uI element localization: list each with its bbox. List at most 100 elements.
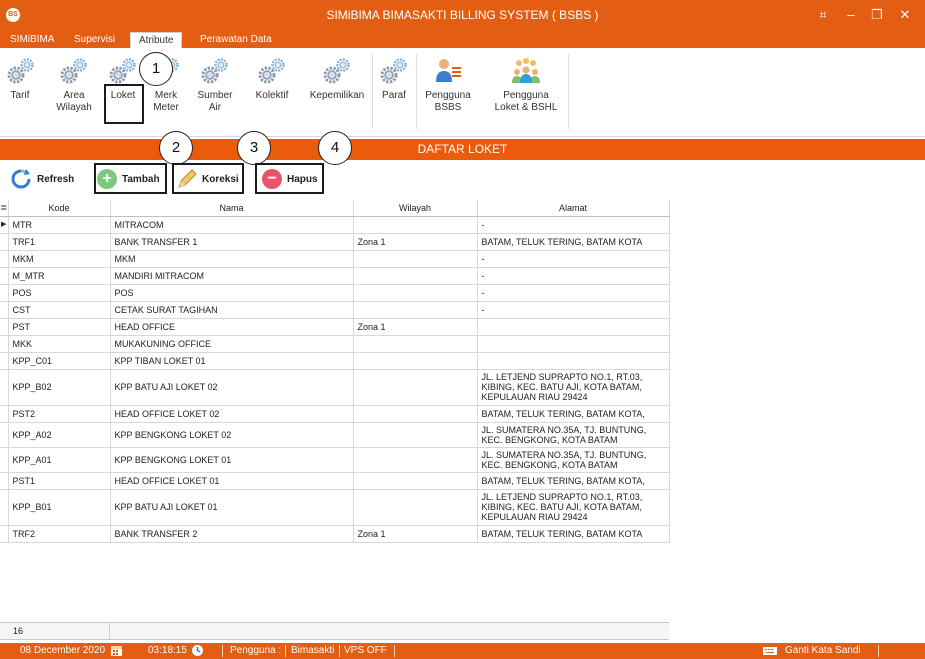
row-indicator[interactable] [0,404,9,423]
cell-wilayah[interactable]: Zona 1 [352,524,478,543]
row-indicator[interactable] [0,249,9,268]
cell-kode[interactable]: CST [7,300,111,319]
cell-alamat[interactable]: - [476,215,670,234]
ribbon-kepemilikan-button[interactable]: Kepemilikan [305,56,369,130]
cell-nama[interactable]: HEAD OFFICE LOKET 02 [109,404,354,423]
tab-simibima[interactable]: SIMiBIMA [2,32,62,48]
cell-alamat[interactable]: - [476,249,670,268]
table-row[interactable]: PST1 HEAD OFFICE LOKET 01 BATAM, TELUK TER… [0,471,670,490]
table-row[interactable]: KPP_A01 KPP BENGKONG LOKET 01 JL. SUMATERA… [0,446,670,473]
tab-perawatan-data[interactable]: Perawatan Data [192,32,280,48]
cell-nama[interactable]: BANK TRANSFER 2 [109,524,354,543]
cell-wilayah[interactable]: Zona 1 [352,317,478,336]
table-row[interactable]: KPP_B02 KPP BATU AJI LOKET 02 JL. LETJEND … [0,368,670,406]
cell-wilayah[interactable] [352,249,478,268]
cell-wilayah[interactable] [352,471,478,490]
cell-alamat[interactable] [476,334,670,353]
cell-kode[interactable]: PST [7,317,111,336]
cell-nama[interactable]: MKM [109,249,354,268]
column-header-nama[interactable]: Nama [110,200,354,217]
cell-nama[interactable]: KPP BATU AJI LOKET 02 [109,368,354,406]
table-row[interactable]: PST2 HEAD OFFICE LOKET 02 BATAM, TELUK TER… [0,404,670,423]
refresh-button[interactable]: Refresh [10,164,74,194]
cell-alamat[interactable]: - [476,266,670,285]
column-header-wilayah[interactable]: Wilayah [353,200,478,217]
cell-nama[interactable]: BANK TRANSFER 1 [109,232,354,251]
cell-alamat[interactable]: - [476,283,670,302]
cell-wilayah[interactable] [352,446,478,473]
cell-wilayah[interactable] [352,334,478,353]
cell-nama[interactable]: MUKAKUNING OFFICE [109,334,354,353]
cell-kode[interactable]: M_MTR [7,266,111,285]
table-row[interactable]: MKM MKM - [0,249,670,268]
table-row[interactable]: M_MTR MANDIRI MITRACOM - [0,266,670,285]
cell-kode[interactable]: TRF1 [7,232,111,251]
cell-alamat[interactable]: BATAM, TELUK TERING, BATAM KOTA, [476,404,670,423]
cell-nama[interactable]: KPP BENGKONG LOKET 02 [109,421,354,448]
cell-kode[interactable]: MTR [7,215,111,234]
cell-wilayah[interactable] [352,488,478,526]
cell-nama[interactable]: POS [109,283,354,302]
tab-supervisi[interactable]: Supervisi [66,32,123,48]
cell-kode[interactable]: PST1 [7,471,111,490]
cell-kode[interactable]: KPP_C01 [7,351,111,370]
table-row[interactable]: KPP_B01 KPP BATU AJI LOKET 01 JL. LETJEND … [0,488,670,526]
ribbon-area-wilayah-button[interactable]: Area Wilayah [50,56,98,130]
cell-kode[interactable]: POS [7,283,111,302]
close-button[interactable]: ✕ [894,5,916,25]
table-row[interactable]: KPP_C01 KPP TIBAN LOKET 01 [0,351,670,370]
table-row[interactable]: PST HEAD OFFICE Zona 1 [0,317,670,336]
cell-wilayah[interactable] [352,421,478,448]
row-indicator[interactable] [0,488,9,526]
ribbon-pengguna-bsbs-button[interactable]: Pengguna BSBS [418,56,478,130]
minimize-button[interactable]: – [840,5,862,25]
cell-nama[interactable]: MANDIRI MITRACOM [109,266,354,285]
cell-alamat[interactable] [476,351,670,370]
column-header-alamat[interactable]: Alamat [477,200,670,217]
cell-kode[interactable]: KPP_A01 [7,446,111,473]
row-indicator[interactable] [0,351,9,370]
cell-kode[interactable]: KPP_B01 [7,488,111,526]
cell-alamat[interactable]: JL. LETJEND SUPRAPTO NO.1, RT.03, KIBING… [476,488,670,526]
row-indicator[interactable]: ▶ [0,215,9,234]
row-indicator[interactable] [0,317,9,336]
cell-wilayah[interactable] [352,404,478,423]
cell-nama[interactable]: HEAD OFFICE LOKET 01 [109,471,354,490]
table-row[interactable]: POS POS - [0,283,670,302]
cell-kode[interactable]: KPP_B02 [7,368,111,406]
ribbon-paraf-button[interactable]: Paraf [377,56,411,130]
table-row[interactable]: MKK MUKAKUNING OFFICE [0,334,670,353]
table-row[interactable]: CST CETAK SURAT TAGIHAN - [0,300,670,319]
cell-nama[interactable]: KPP BENGKONG LOKET 01 [109,446,354,473]
ribbon-sumber-air-button[interactable]: Sumber Air [194,56,236,130]
ribbon-tarif-button[interactable]: Tarif [4,56,36,130]
ribbon-pengguna-loket-bshl-button[interactable]: Pengguna Loket & BSHL [484,56,568,130]
row-indicator[interactable] [0,471,9,490]
column-chooser-icon[interactable]: ≣ [0,200,9,217]
cell-nama[interactable]: MITRACOM [109,215,354,234]
cell-alamat[interactable]: JL. LETJEND SUPRAPTO NO.1, RT.03, KIBING… [476,368,670,406]
row-indicator[interactable] [0,524,9,543]
tab-atribute[interactable]: Atribute [130,32,183,48]
row-indicator[interactable] [0,446,9,473]
cell-alamat[interactable]: BATAM, TELUK TERING, BATAM KOTA [476,232,670,251]
table-row[interactable]: TRF1 BANK TRANSFER 1 Zona 1 BATAM, TELUK TE… [0,232,670,251]
cell-alamat[interactable]: BATAM, TELUK TERING, BATAM KOTA, [476,471,670,490]
restore-layout-icon[interactable]: ⌗ [812,5,834,25]
row-indicator[interactable] [0,300,9,319]
cell-nama[interactable]: CETAK SURAT TAGIHAN [109,300,354,319]
row-indicator[interactable] [0,232,9,251]
table-row[interactable]: TRF2 BANK TRANSFER 2 Zona 1 BATAM, TELUK TE… [0,524,670,543]
row-indicator[interactable] [0,368,9,406]
cell-kode[interactable]: KPP_A02 [7,421,111,448]
cell-kode[interactable]: MKK [7,334,111,353]
row-indicator[interactable] [0,266,9,285]
change-password-link[interactable]: Ganti Kata Sandi [785,645,861,656]
cell-wilayah[interactable] [352,215,478,234]
cell-wilayah[interactable] [352,283,478,302]
cell-alamat[interactable]: JL. SUMATERA NO.35A, TJ. BUNTUNG, KEC. B… [476,446,670,473]
cell-alamat[interactable]: BATAM, TELUK TERING, BATAM KOTA [476,524,670,543]
cell-kode[interactable]: MKM [7,249,111,268]
row-indicator[interactable] [0,421,9,448]
ribbon-kolektif-button[interactable]: Kolektif [249,56,295,130]
